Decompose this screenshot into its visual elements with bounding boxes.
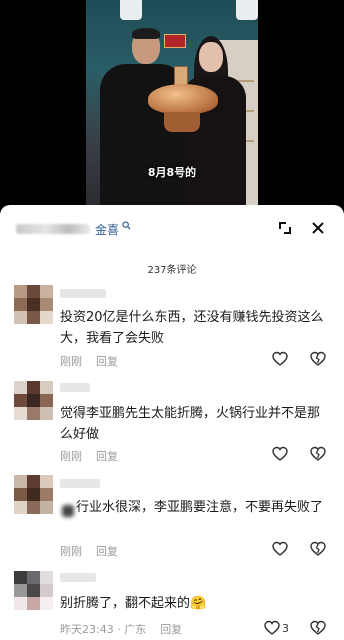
reply-button[interactable]: 回复	[160, 623, 182, 636]
comment-meta: 刚刚 回复	[60, 448, 118, 464]
heart-outline-icon[interactable]	[264, 620, 280, 636]
avatar[interactable]	[14, 475, 54, 515]
broken-heart-icon[interactable]	[310, 541, 326, 557]
username-redacted[interactable]	[60, 479, 100, 488]
broken-heart-icon[interactable]	[310, 351, 326, 367]
avatar[interactable]	[14, 571, 54, 611]
comment-time: 刚刚	[60, 355, 82, 368]
comment-meta: 刚刚 回复	[60, 543, 118, 559]
video-player[interactable]: 8月8号的	[0, 0, 344, 205]
blurred-search-prefix	[16, 224, 90, 234]
heart-outline-icon[interactable]	[272, 446, 288, 462]
reply-button[interactable]: 回复	[96, 355, 118, 368]
username-redacted[interactable]	[60, 383, 90, 392]
comment-text: 觉得李亚鹏先生太能折腾，火锅行业并不是那么好做	[60, 406, 321, 442]
avatar[interactable]	[14, 285, 54, 325]
video-frame: 8月8号的	[86, 0, 258, 205]
reply-button[interactable]: 回复	[96, 450, 118, 463]
username-redacted[interactable]	[60, 289, 106, 298]
comment-meta: 昨天23:43 · 广东 回复	[60, 621, 182, 637]
sheet-header: 金喜	[0, 219, 344, 239]
search-icon[interactable]	[122, 221, 131, 233]
heart-outline-icon[interactable]	[272, 541, 288, 557]
collapse-corner-icon[interactable]	[276, 219, 294, 237]
ceiling-lamp	[120, 0, 142, 20]
comment-time: 昨天23:43 · 广东	[60, 623, 147, 636]
comment-time: 刚刚	[60, 450, 82, 463]
like-count: 3	[282, 622, 289, 635]
comment-sheet: 金喜 237条评论 投资20亿是什么东西，还没有赚钱先投资这么大，我看了会失败 …	[0, 205, 344, 640]
close-icon[interactable]	[309, 219, 327, 237]
avatar[interactable]	[14, 381, 54, 421]
comment-count: 237条评论	[147, 265, 197, 276]
red-sign	[164, 34, 186, 48]
video-caption: 8月8号的	[147, 166, 197, 179]
comment-meta: 刚刚 回复	[60, 353, 118, 369]
comment-text: 别折腾了，翻不起来的🤗	[60, 596, 207, 611]
reply-button[interactable]: 回复	[96, 545, 118, 558]
copper-hotpot	[148, 84, 218, 114]
search-suggestion[interactable]: 金喜	[95, 221, 119, 238]
username-redacted[interactable]	[60, 573, 96, 582]
broken-heart-icon[interactable]	[310, 620, 326, 636]
ceiling-lamp	[236, 0, 258, 20]
comment-text: 投资20亿是什么东西，还没有赚钱先投资这么大，我看了会失败	[60, 310, 324, 346]
comment-text: 行业水很深，李亚鹏要注意，不要再失败了	[76, 500, 324, 515]
broken-heart-icon[interactable]	[310, 446, 326, 462]
heart-outline-icon[interactable]	[272, 351, 288, 367]
comment-time: 刚刚	[60, 545, 82, 558]
